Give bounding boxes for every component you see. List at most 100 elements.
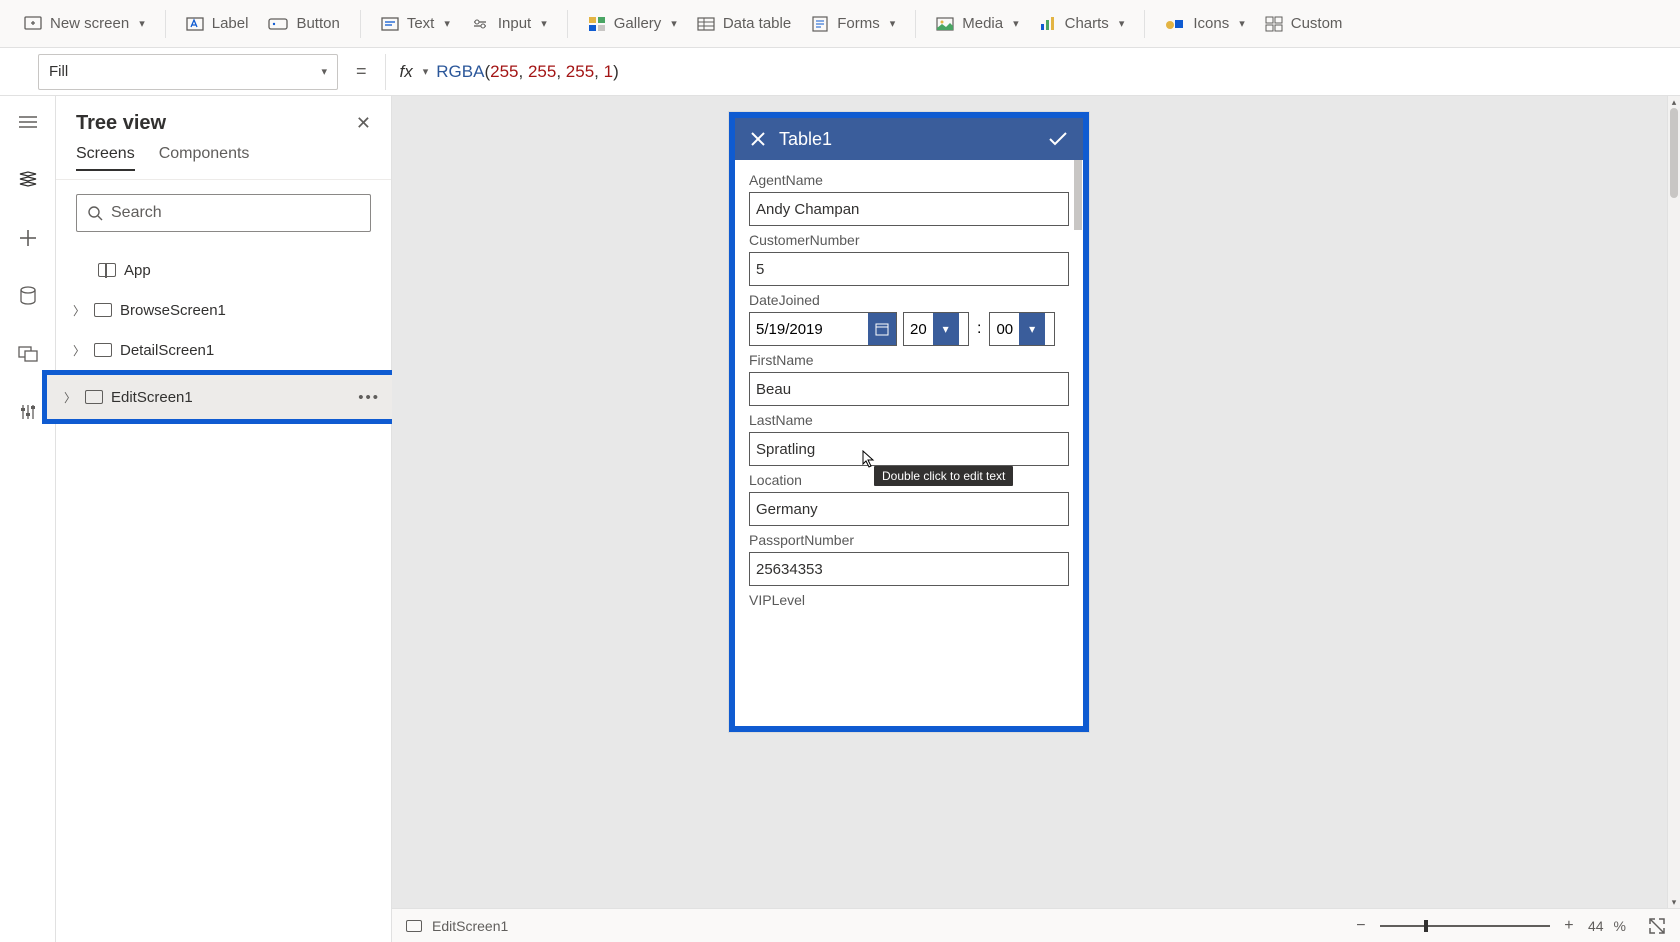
property-selector[interactable]: Fill ▾ [38, 54, 338, 90]
zoom-control: − + 44 % [1352, 917, 1666, 935]
chevron-down-icon: ▾ [1019, 313, 1045, 345]
label-icon [186, 16, 204, 32]
text-button[interactable]: Text▾ [371, 9, 460, 38]
screen-icon [94, 303, 112, 317]
zoom-out-button[interactable]: − [1352, 917, 1370, 935]
text-label: Text [407, 15, 435, 32]
custom-icon [1265, 16, 1283, 32]
tree-node-browsescreen[interactable]: 〉 BrowseScreen1 [56, 290, 391, 330]
gallery-label: Gallery [614, 15, 662, 32]
cancel-icon[interactable] [747, 128, 769, 150]
passport-number-input[interactable]: 25634353 [749, 552, 1069, 586]
media-label: Media [962, 15, 1003, 32]
submit-icon[interactable] [1045, 126, 1071, 152]
form-titlebar: Table1 [735, 118, 1083, 160]
fit-to-screen-icon[interactable] [1648, 917, 1666, 935]
field-label: VIPLevel [749, 592, 1069, 608]
advanced-icon[interactable] [12, 396, 44, 428]
media-icon [936, 16, 954, 32]
zoom-slider-thumb[interactable] [1424, 920, 1428, 932]
formula-text: RGBA(255, 255, 255, 1) [436, 62, 618, 82]
tree-list: App 〉 BrowseScreen1 〉 DetailScreen1 〉 Ed… [56, 246, 391, 428]
hamburger-icon[interactable] [12, 106, 44, 138]
canvas-scrollbar[interactable]: ▴ ▾ [1667, 96, 1680, 908]
design-canvas[interactable]: Table1 AgentName Andy Champan CustomerNu… [392, 96, 1667, 908]
field-label: FirstName [749, 352, 1069, 368]
charts-icon [1039, 16, 1057, 32]
formula-bar: Fill ▾ = fx ▾ RGBA(255, 255, 255, 1) [0, 48, 1680, 96]
screen-icon [85, 390, 103, 404]
icons-button[interactable]: Icons ▾ [1155, 9, 1254, 38]
tree-node-app[interactable]: App [56, 250, 391, 290]
label-label: Label [212, 15, 249, 32]
screen-preview[interactable]: Table1 AgentName Andy Champan CustomerNu… [729, 112, 1089, 732]
charts-button[interactable]: Charts ▾ [1029, 9, 1135, 38]
more-icon[interactable]: ••• [358, 389, 380, 406]
tree-node-editscreen[interactable]: 〉 EditScreen1 ••• [47, 375, 400, 419]
minute-select[interactable]: 00 ▾ [989, 312, 1055, 346]
label-button[interactable]: Label [176, 9, 259, 38]
screen-icon [406, 920, 422, 932]
time-colon: : [975, 312, 983, 346]
calendar-icon[interactable] [868, 313, 896, 345]
icons-icon [1165, 16, 1185, 32]
new-screen-button[interactable]: New screen▾ [14, 9, 155, 38]
tree-label: BrowseScreen1 [120, 302, 226, 319]
screen-icon [94, 343, 112, 357]
input-button[interactable]: Input▾ [460, 9, 557, 38]
zoom-in-button[interactable]: + [1560, 917, 1578, 935]
last-name-input[interactable]: Spratling [749, 432, 1069, 466]
zoom-slider[interactable] [1380, 925, 1550, 927]
form-title: Table1 [779, 129, 1045, 150]
property-name: Fill [49, 63, 68, 80]
chevron-right-icon: 〉 [63, 389, 77, 406]
status-bar: EditScreen1 − + 44 % [392, 908, 1680, 942]
media-rail-icon[interactable] [12, 338, 44, 370]
tree-view-icon[interactable] [12, 164, 44, 196]
chevron-down-icon: ▾ [1119, 17, 1125, 30]
data-icon[interactable] [12, 280, 44, 312]
left-rail [0, 96, 56, 942]
button-button[interactable]: Button [258, 9, 349, 38]
custom-label: Custom [1291, 15, 1343, 32]
tab-screens[interactable]: Screens [76, 145, 135, 171]
forms-label: Forms [837, 15, 880, 32]
search-placeholder: Search [111, 204, 162, 222]
data-table-button[interactable]: Data table [687, 9, 801, 38]
customer-number-input[interactable]: 5 [749, 252, 1069, 286]
search-input[interactable]: Search [76, 194, 371, 232]
charts-label: Charts [1065, 15, 1109, 32]
hour-select[interactable]: 20 ▾ [903, 312, 969, 346]
status-screen-name[interactable]: EditScreen1 [432, 918, 508, 934]
tree-label: EditScreen1 [111, 389, 193, 406]
search-icon [87, 205, 103, 221]
media-button[interactable]: Media▾ [926, 9, 1028, 38]
first-name-input[interactable]: Beau [749, 372, 1069, 406]
chevron-right-icon: 〉 [72, 302, 86, 319]
date-picker[interactable]: 5/19/2019 [749, 312, 897, 346]
chevron-down-icon: ▾ [1239, 17, 1245, 30]
tab-components[interactable]: Components [159, 145, 250, 171]
forms-icon [811, 16, 829, 32]
scroll-thumb[interactable] [1670, 108, 1678, 198]
field-label: LastName [749, 412, 1069, 428]
zoom-pct: % [1614, 918, 1626, 934]
chevron-down-icon: ▾ [139, 17, 145, 30]
add-icon[interactable] [12, 222, 44, 254]
close-icon[interactable]: ✕ [356, 113, 371, 134]
icons-label: Icons [1193, 15, 1229, 32]
agent-name-input[interactable]: Andy Champan [749, 192, 1069, 226]
scroll-up-icon[interactable]: ▴ [1668, 96, 1680, 108]
separator [567, 10, 568, 38]
tree-label: App [124, 262, 151, 279]
formula-editor[interactable]: fx ▾ RGBA(255, 255, 255, 1) [385, 54, 1668, 90]
gallery-icon [588, 16, 606, 32]
tree-node-detailscreen[interactable]: 〉 DetailScreen1 [56, 330, 391, 370]
scroll-down-icon[interactable]: ▾ [1668, 896, 1680, 908]
custom-button[interactable]: Custom [1255, 9, 1353, 38]
chevron-down-icon: ▾ [671, 17, 677, 30]
input-icon [470, 16, 490, 32]
forms-button[interactable]: Forms▾ [801, 9, 905, 38]
location-input[interactable]: Germany [749, 492, 1069, 526]
gallery-button[interactable]: Gallery ▾ [578, 9, 687, 38]
